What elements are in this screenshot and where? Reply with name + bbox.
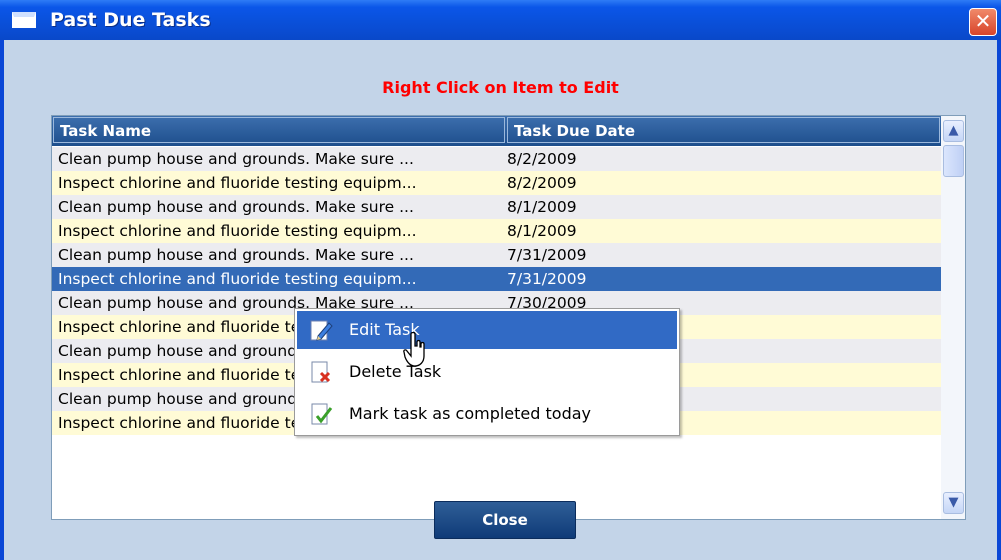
edit-hint-text: Right Click on Item to Edit [382, 78, 619, 97]
task-name-cell: Clean pump house and grounds. Make sure … [58, 198, 414, 216]
window-icon [12, 12, 36, 28]
task-name-cell: Clean pump house and grounds. Make sure … [58, 150, 414, 168]
dialog-window: Past Due Tasks ✕ Right Click on Item to … [0, 0, 1001, 560]
pencil-icon [310, 320, 333, 341]
column-header-task-due-date[interactable]: Task Due Date [507, 117, 940, 143]
scroll-down-button[interactable]: ▼ [943, 492, 964, 514]
task-name-cell: Inspect chlorine and fluoride testing eq… [58, 270, 417, 288]
table-row[interactable]: Clean pump house and grounds. Make sure … [52, 147, 941, 171]
column-header-task-name[interactable]: Task Name [53, 117, 505, 143]
task-name-cell: Inspect chlorine and fluoride testing eq… [58, 174, 417, 192]
task-due-date-cell: 8/1/2009 [507, 222, 577, 240]
vertical-scrollbar[interactable]: ▲ ▼ [941, 116, 965, 519]
grid-header: Task Name Task Due Date [52, 116, 941, 146]
task-due-date-cell: 8/1/2009 [507, 198, 577, 216]
table-row[interactable]: Inspect chlorine and fluoride testing eq… [52, 219, 941, 243]
context-menu: Edit Task Delete Task Mark task as compl… [294, 308, 680, 436]
close-button[interactable]: Close [434, 501, 576, 539]
task-name-cell: Inspect chlorine and fluoride testing eq… [58, 222, 417, 240]
menu-item-label: Delete Task [349, 362, 442, 381]
checkmark-page-icon [311, 403, 333, 425]
task-due-date-cell: 7/31/2009 [507, 270, 587, 288]
task-due-date-cell: 8/2/2009 [507, 174, 577, 192]
mouse-pointer-icon [403, 332, 425, 367]
table-row[interactable]: Inspect chlorine and fluoride testing eq… [52, 171, 941, 195]
delete-page-icon [311, 361, 331, 383]
dialog-body: Right Click on Item to Edit Task Name Ta… [4, 40, 997, 560]
scroll-up-button[interactable]: ▲ [943, 120, 964, 142]
close-window-button[interactable]: ✕ [969, 8, 997, 36]
title-bar[interactable]: Past Due Tasks ✕ [0, 0, 1001, 40]
scroll-thumb[interactable] [943, 145, 964, 177]
table-row[interactable]: Inspect chlorine and fluoride testing eq… [52, 267, 941, 291]
menu-item-delete-task[interactable]: Delete Task [297, 353, 677, 391]
table-row[interactable]: Clean pump house and grounds. Make sure … [52, 243, 941, 267]
task-name-cell: Clean pump house and grounds. Make sure … [58, 246, 414, 264]
task-due-date-cell: 7/31/2009 [507, 246, 587, 264]
window-title: Past Due Tasks [50, 9, 211, 31]
task-due-date-cell: 8/2/2009 [507, 150, 577, 168]
menu-item-label: Mark task as completed today [349, 404, 591, 423]
menu-item-edit-task[interactable]: Edit Task [297, 311, 677, 349]
menu-item-mark-completed[interactable]: Mark task as completed today [297, 395, 677, 433]
table-row[interactable]: Clean pump house and grounds. Make sure … [52, 195, 941, 219]
